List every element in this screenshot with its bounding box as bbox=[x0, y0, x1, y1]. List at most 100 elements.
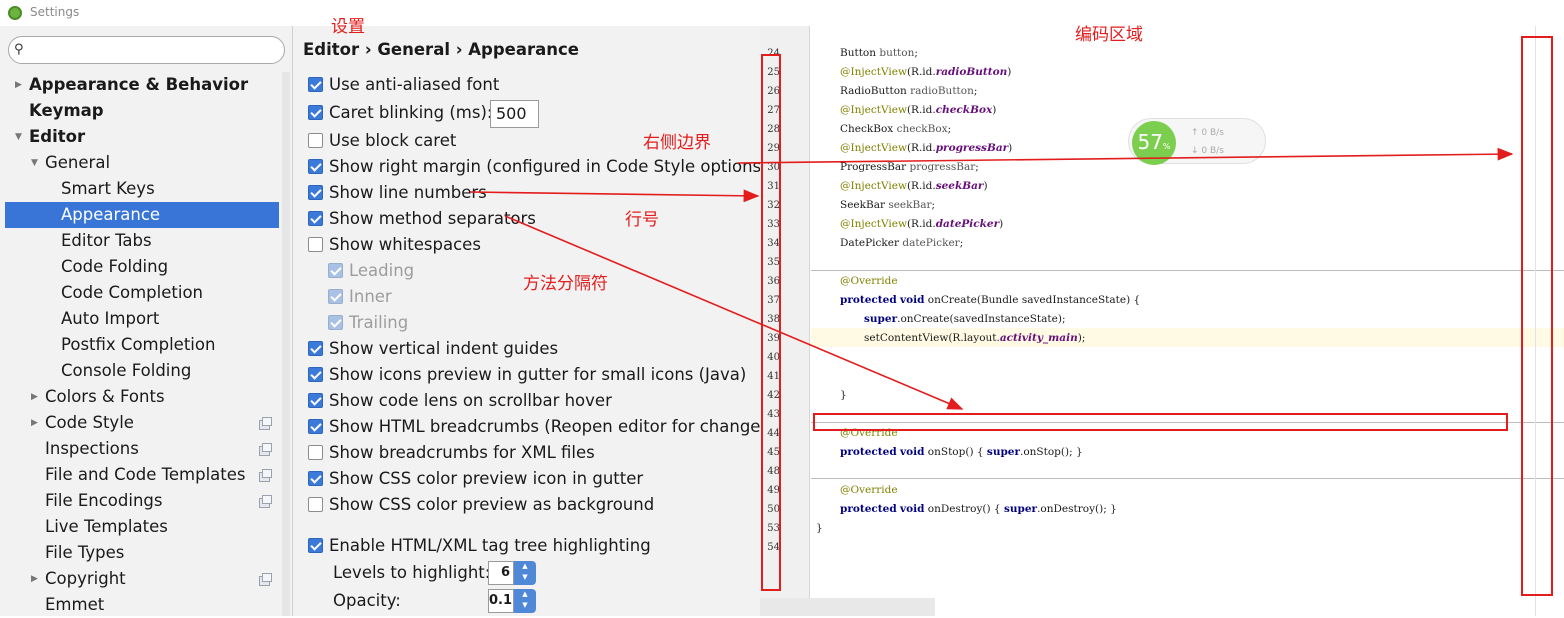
checkbox[interactable] bbox=[308, 105, 323, 120]
checkbox[interactable] bbox=[308, 133, 323, 148]
checkbox[interactable] bbox=[308, 538, 323, 553]
code-line: } bbox=[816, 522, 823, 534]
sidebar-item-appearance[interactable]: Appearance bbox=[5, 202, 279, 228]
window-title: Settings bbox=[30, 5, 80, 19]
project-settings-icon bbox=[259, 469, 272, 482]
sidebar-item-auto-import[interactable]: Auto Import bbox=[61, 306, 159, 332]
sidebar-item-code-style[interactable]: ▶ Code Style bbox=[31, 410, 134, 436]
sidebar-item-live-templates[interactable]: Live Templates bbox=[45, 514, 168, 540]
collapse-arrow-icon[interactable]: ▼ bbox=[15, 124, 22, 150]
spinner-arrows-icon[interactable]: ▲ ▼ bbox=[514, 561, 536, 585]
checkbox[interactable] bbox=[308, 419, 323, 434]
sidebar-item-editor[interactable]: ▼ Editor bbox=[15, 124, 85, 150]
checkbox[interactable] bbox=[308, 367, 323, 382]
opacity-row: Opacity: bbox=[333, 589, 401, 613]
sidebar-item-appearance-behavior[interactable]: ▶ Appearance & Behavior bbox=[15, 72, 248, 98]
download-speed: ↓ 0 B/s bbox=[1191, 146, 1224, 156]
code-line: @InjectView(R.id.checkBox) bbox=[840, 104, 997, 116]
levels-value[interactable]: 6 bbox=[488, 561, 514, 585]
expand-arrow-icon[interactable]: ▶ bbox=[31, 384, 38, 410]
title-bar: Settings bbox=[0, 0, 760, 26]
code-line: } bbox=[840, 389, 847, 401]
sidebar-item-keymap[interactable]: Keymap bbox=[29, 98, 104, 124]
expand-arrow-icon[interactable]: ▶ bbox=[31, 410, 38, 436]
network-monitor-widget[interactable]: 57% ↑ 0 B/s ↓ 0 B/s bbox=[1128, 118, 1266, 165]
method-separator bbox=[811, 270, 1564, 271]
code-line: @Override bbox=[840, 484, 898, 496]
sidebar-item-file-encodings[interactable]: File Encodings bbox=[45, 488, 163, 514]
code-line: @InjectView(R.id.radioButton) bbox=[840, 66, 1012, 78]
search-icon: ⚲ bbox=[14, 42, 24, 57]
checkbox[interactable] bbox=[308, 185, 323, 200]
project-settings-icon bbox=[259, 495, 272, 508]
sidebar-item-smart-keys[interactable]: Smart Keys bbox=[61, 176, 155, 202]
code-line: CheckBox checkBox; bbox=[840, 123, 952, 135]
expand-arrow-icon[interactable]: ▶ bbox=[15, 72, 22, 98]
code-line: protected void onCreate(Bundle savedInst… bbox=[840, 294, 1141, 306]
annotation-line-numbers: 行号 bbox=[625, 210, 659, 230]
checkbox[interactable] bbox=[308, 341, 323, 356]
code-line: RadioButton radioButton; bbox=[840, 85, 978, 97]
code-line: super.onCreate(savedInstanceState); bbox=[864, 313, 1066, 325]
sidebar-item-code-folding[interactable]: Code Folding bbox=[61, 254, 168, 280]
annotation-settings: 设置 bbox=[331, 17, 365, 37]
upload-speed: ↑ 0 B/s bbox=[1191, 128, 1224, 138]
checkbox bbox=[328, 263, 343, 278]
code-line: @InjectView(R.id.seekBar) bbox=[840, 180, 988, 192]
search-input[interactable] bbox=[31, 40, 276, 60]
code-line: @InjectView(R.id.progressBar) bbox=[840, 142, 1013, 154]
sidebar-item-console-folding[interactable]: Console Folding bbox=[61, 358, 191, 384]
checkbox bbox=[328, 315, 343, 330]
checkbox[interactable] bbox=[308, 445, 323, 460]
checkbox[interactable] bbox=[308, 159, 323, 174]
project-settings-icon bbox=[259, 573, 272, 586]
spinner-arrows-icon[interactable]: ▲ ▼ bbox=[514, 589, 536, 613]
levels-spinner[interactable]: 6 ▲ ▼ bbox=[488, 561, 536, 585]
settings-sidebar: ⚲ ▶ Appearance & Behavior Keymap ▼ Edito… bbox=[0, 26, 293, 616]
sidebar-item-general[interactable]: ▼ General bbox=[31, 150, 110, 176]
line-numbers-highlight-box bbox=[761, 54, 781, 591]
sidebar-item-postfix-completion[interactable]: Postfix Completion bbox=[61, 332, 215, 358]
caret-blinking-ms-input[interactable]: 500 bbox=[490, 100, 539, 128]
code-line: protected void onStop() { super.onStop()… bbox=[840, 446, 1083, 458]
code-line: SeekBar seekBar; bbox=[840, 199, 936, 211]
collapse-arrow-icon[interactable]: ▼ bbox=[31, 150, 38, 176]
code-editor[interactable]: 24 25 26 27 28 29 30 31 32 33 34 35 36 37 38 39 40 41 42 43… bbox=[760, 26, 1564, 616]
opacity-spinner[interactable]: 0.1 ▲ ▼ bbox=[488, 589, 536, 613]
sidebar-item-copyright[interactable]: ▶ Copyright bbox=[31, 566, 126, 592]
method-separator-highlight-box bbox=[813, 413, 1508, 431]
code-line: setContentView(R.layout.activity_main); bbox=[864, 332, 1086, 344]
right-margin-highlight-box bbox=[1521, 36, 1553, 596]
sidebar-scrollbar[interactable] bbox=[282, 72, 290, 616]
checkbox bbox=[328, 289, 343, 304]
levels-row: Levels to highlight: bbox=[333, 561, 490, 585]
search-box[interactable]: ⚲ bbox=[8, 36, 285, 64]
checkbox[interactable] bbox=[308, 237, 323, 252]
project-settings-icon bbox=[259, 417, 272, 430]
code-line: @InjectView(R.id.datePicker) bbox=[840, 218, 1004, 230]
checkbox[interactable] bbox=[308, 211, 323, 226]
sidebar-item-file-types[interactable]: File Types bbox=[45, 540, 124, 566]
annotation-right-margin: 右侧边界 bbox=[643, 133, 711, 153]
code-line: protected void onDestroy() { super.onDes… bbox=[840, 503, 1117, 515]
checkbox[interactable] bbox=[308, 497, 323, 512]
checkbox[interactable] bbox=[308, 393, 323, 408]
usage-circle: 57% bbox=[1132, 121, 1176, 165]
sidebar-item-code-completion[interactable]: Code Completion bbox=[61, 280, 203, 306]
sidebar-item-file-code-templates[interactable]: File and Code Templates bbox=[45, 462, 246, 488]
breadcrumb: Editor › General › Appearance bbox=[303, 40, 579, 59]
code-line: @Override bbox=[840, 275, 898, 287]
sidebar-item-editor-tabs[interactable]: Editor Tabs bbox=[61, 228, 152, 254]
opacity-value[interactable]: 0.1 bbox=[488, 589, 514, 613]
checkbox[interactable] bbox=[308, 471, 323, 486]
appearance-settings-panel: Editor › General › Appearance Use anti-a… bbox=[293, 26, 760, 616]
expand-arrow-icon[interactable]: ▶ bbox=[31, 566, 38, 592]
checkbox[interactable] bbox=[308, 77, 323, 92]
sidebar-item-colors-fonts[interactable]: ▶ Colors & Fonts bbox=[31, 384, 165, 410]
editor-bottom-bar bbox=[760, 598, 935, 616]
annotation-code-area: 编码区域 bbox=[1075, 25, 1143, 45]
sidebar-item-inspections[interactable]: Inspections bbox=[45, 436, 139, 462]
project-settings-icon bbox=[259, 443, 272, 456]
sidebar-item-emmet[interactable]: Emmet bbox=[45, 592, 104, 618]
method-separator bbox=[811, 478, 1564, 479]
